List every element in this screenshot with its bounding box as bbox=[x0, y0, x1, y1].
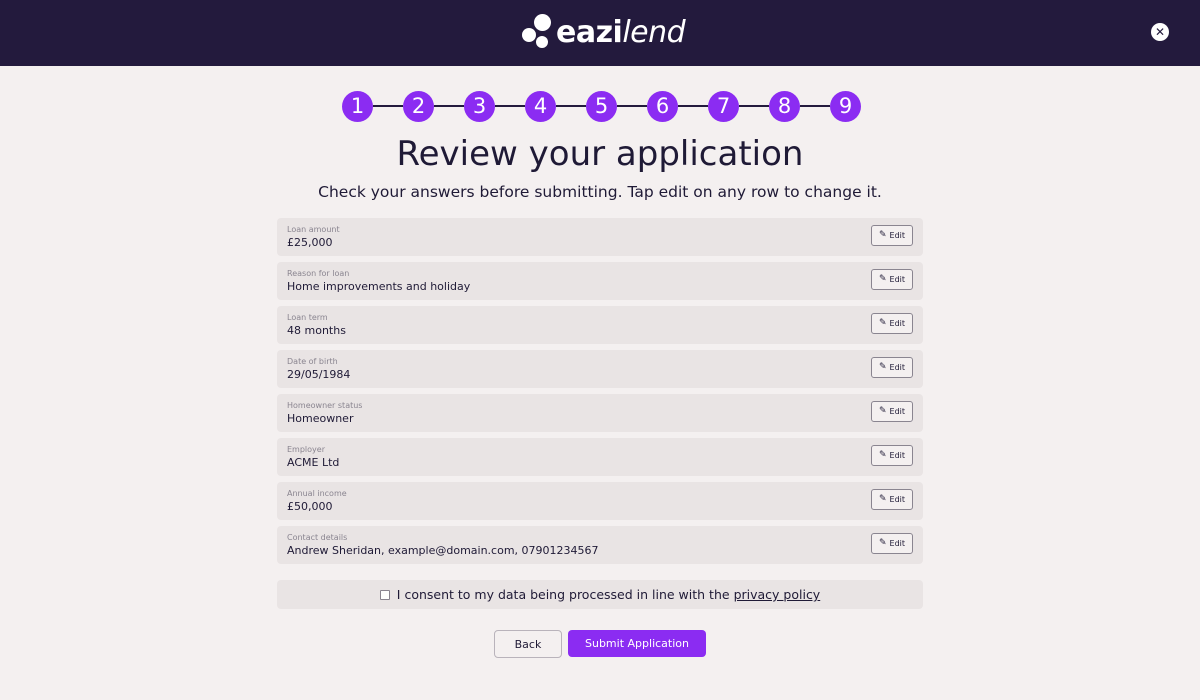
review-row-label: Loan amount bbox=[287, 225, 340, 234]
pencil-icon: ✎ bbox=[878, 538, 887, 548]
review-row-label: Employer bbox=[287, 445, 325, 454]
step-4: 4 bbox=[525, 90, 556, 122]
review-row: Date of birth 29/05/1984 ✎ Edit bbox=[277, 350, 923, 388]
pencil-icon: ✎ bbox=[878, 230, 887, 240]
edit-button-label: Edit bbox=[889, 451, 906, 460]
step-8: 8 bbox=[769, 90, 800, 122]
pencil-icon: ✎ bbox=[878, 494, 887, 504]
close-icon[interactable]: ✕ bbox=[1151, 23, 1169, 41]
review-row-value: 29/05/1984 bbox=[287, 368, 351, 381]
consent-text: I consent to my data being processed in … bbox=[396, 587, 730, 602]
edit-button[interactable]: ✎ Edit bbox=[871, 533, 913, 554]
back-button[interactable]: Back bbox=[494, 630, 562, 658]
edit-button-label: Edit bbox=[889, 407, 906, 416]
edit-button[interactable]: ✎ Edit bbox=[871, 445, 913, 466]
edit-button[interactable]: ✎ Edit bbox=[871, 313, 913, 334]
step-9: 9 bbox=[830, 90, 861, 122]
review-row-value: Home improvements and holiday bbox=[287, 280, 471, 293]
edit-button[interactable]: ✎ Edit bbox=[871, 269, 913, 290]
edit-button-label: Edit bbox=[889, 363, 906, 372]
pencil-icon: ✎ bbox=[878, 362, 887, 372]
edit-button[interactable]: ✎ Edit bbox=[871, 401, 913, 422]
eazilend-logo: eazilend bbox=[522, 14, 686, 52]
step-connector bbox=[434, 105, 464, 107]
app-header: eazilend ✕ bbox=[0, 0, 1200, 66]
review-row-value: Andrew Sheridan, example@domain.com, 079… bbox=[287, 544, 599, 557]
pencil-icon: ✎ bbox=[878, 318, 887, 328]
step-connector bbox=[678, 105, 708, 107]
review-row-label: Homeowner status bbox=[287, 401, 363, 410]
step-connector bbox=[373, 105, 403, 107]
privacy-policy-link[interactable]: privacy policy bbox=[734, 587, 821, 602]
review-row-value: £50,000 bbox=[287, 500, 333, 513]
review-row: Reason for loan Home improvements and hol… bbox=[277, 262, 923, 300]
step-connector bbox=[617, 105, 647, 107]
review-row: Contact details Andrew Sheridan, example@… bbox=[277, 526, 923, 564]
consent-row: I consent to my data being processed in … bbox=[277, 580, 923, 609]
edit-button-label: Edit bbox=[889, 495, 906, 504]
review-row-label: Reason for loan bbox=[287, 269, 350, 278]
step-connector bbox=[495, 105, 525, 107]
review-list: Loan amount £25,000 ✎ Edit Reason for loan Ho… bbox=[277, 218, 923, 570]
logo-text-bold: eazi bbox=[556, 15, 623, 50]
review-row: Homeowner status Homeowner ✎ Edit bbox=[277, 394, 923, 432]
step-7: 7 bbox=[708, 90, 739, 122]
edit-button-label: Edit bbox=[889, 275, 906, 284]
review-row: Annual income £50,000 ✎ Edit bbox=[277, 482, 923, 520]
review-row: Loan amount £25,000 ✎ Edit bbox=[277, 218, 923, 256]
progress-stepper: 123456789 bbox=[342, 90, 861, 122]
page-subtitle: Check your answers before submitting. Ta… bbox=[318, 183, 882, 201]
review-row-label: Annual income bbox=[287, 489, 347, 498]
pencil-icon: ✎ bbox=[878, 274, 887, 284]
review-row-value: ACME Ltd bbox=[287, 456, 340, 469]
step-2: 2 bbox=[403, 90, 434, 122]
edit-button-label: Edit bbox=[889, 539, 906, 548]
review-row: Employer ACME Ltd ✎ Edit bbox=[277, 438, 923, 476]
review-row-value: 48 months bbox=[287, 324, 346, 337]
step-3: 3 bbox=[464, 90, 495, 122]
review-row: Loan term 48 months ✎ Edit bbox=[277, 306, 923, 344]
edit-button-label: Edit bbox=[889, 319, 906, 328]
step-connector bbox=[556, 105, 586, 107]
review-row-label: Contact details bbox=[287, 533, 348, 542]
pencil-icon: ✎ bbox=[878, 406, 887, 416]
pencil-icon: ✎ bbox=[878, 450, 887, 460]
logo-wordmark: eazilend bbox=[556, 14, 686, 52]
consent-checkbox[interactable] bbox=[379, 589, 390, 600]
edit-button-label: Edit bbox=[889, 231, 906, 240]
edit-button[interactable]: ✎ Edit bbox=[871, 489, 913, 510]
step-6: 6 bbox=[647, 90, 678, 122]
logo-text-italic: lend bbox=[622, 15, 686, 50]
review-row-label: Date of birth bbox=[287, 357, 338, 366]
submit-application-button[interactable]: Submit Application bbox=[568, 630, 706, 657]
edit-button[interactable]: ✎ Edit bbox=[871, 357, 913, 378]
logo-bubbles-icon bbox=[522, 14, 552, 52]
review-row-value: Homeowner bbox=[287, 412, 354, 425]
step-1: 1 bbox=[342, 90, 373, 122]
review-row-label: Loan term bbox=[287, 313, 328, 322]
step-connector bbox=[800, 105, 830, 107]
edit-button[interactable]: ✎ Edit bbox=[871, 225, 913, 246]
page-title: Review your application bbox=[396, 134, 804, 174]
review-row-value: £25,000 bbox=[287, 236, 333, 249]
step-5: 5 bbox=[586, 90, 617, 122]
step-connector bbox=[739, 105, 769, 107]
